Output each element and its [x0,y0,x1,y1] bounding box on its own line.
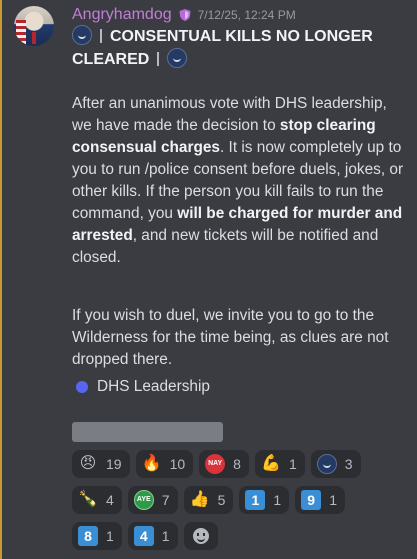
reaction-button[interactable]: 💪 1 [254,450,305,478]
thumbs-up-icon: 👍 [189,491,210,508]
dhs-seal-icon [316,454,337,474]
reaction-count: 19 [106,456,122,472]
reaction-count: 1 [288,456,297,472]
reactions: 😠 19 🔥 10 NAY 8 💪 1 3 🍾 4 AYE 7 👍 5 1 1 9 1 8 1 4 1 [72,450,412,558]
keycap-8-icon: 8 [78,526,98,546]
reaction-count: 7 [161,492,170,508]
title-divider [100,29,102,43]
timestamp[interactable]: 7/12/25, 12:24 PM [198,8,296,22]
flag-icon [16,20,26,44]
reaction-button[interactable]: 🔥 10 [135,450,194,478]
angry-face-icon: 😠 [79,455,97,472]
reaction-count: 1 [161,528,170,544]
announcement-title: CONSENTUAL KILLS NO LONGER CLEARED [72,25,402,71]
reaction-count: 1 [106,528,114,544]
reaction-count: 4 [106,492,114,508]
reaction-row: 8141 [72,522,412,550]
keycap-9-icon: 9 [301,490,322,510]
dhs-seal-icon [167,48,188,68]
reaction-row: 😠 19 🔥 10 NAY 8 💪 1 3 [72,450,412,478]
spoiler-block[interactable] [72,422,223,442]
reaction-row: 🍾 4 AYE 7 👍 5 1 1 9 1 [72,486,412,514]
add-reaction-button[interactable] [183,522,218,550]
reaction-button[interactable]: 🍾 4 [72,486,122,514]
signature-text: DHS Leadership [97,378,210,395]
bottle-icon: 🍾 [78,491,98,508]
reaction-button[interactable]: 91 [295,486,345,514]
paragraph: After an unanimous vote with DHS leaders… [72,93,408,269]
nay-badge-icon: NAY [205,454,226,474]
title-divider [157,52,160,66]
reaction-count: 3 [344,456,353,472]
paragraph: If you wish to duel, we invite you to go… [72,307,389,369]
reaction-count: 1 [329,492,337,508]
reaction-count: 10 [169,456,186,472]
message-header: Angryhamdog 7/12/25, 12:24 PM [72,5,296,25]
flexed-biceps-icon: 💪 [260,455,281,472]
username[interactable]: Angryhamdog [72,6,172,24]
reaction-button[interactable]: 👍 5 [183,486,234,514]
reaction-button[interactable]: 81 [72,522,122,550]
keycap-1-icon: 1 [245,490,266,510]
reaction-count: 8 [233,456,241,472]
message-highlight-bar [0,0,2,559]
reaction-button[interactable]: 3 [310,450,361,478]
avatar[interactable] [14,6,54,46]
reaction-button[interactable]: 😠 19 [72,450,130,478]
aye-badge-icon: AYE [133,490,154,510]
blue-circle-icon [76,381,88,393]
fire-icon: 🔥 [141,455,162,472]
tie-icon [32,32,36,44]
keycap-4-icon: 4 [133,526,154,546]
dhs-seal-icon [72,25,92,45]
reaction-count: 5 [217,492,226,508]
signature: DHS Leadership [76,378,210,396]
message-body: After an unanimous vote with DHS leaders… [72,93,408,269]
role-shield-icon[interactable] [178,8,192,22]
title-text: CONSENTUAL KILLS NO LONGER CLEARED [72,28,373,68]
message-body-second-paragraph: If you wish to duel, we invite you to go… [72,290,408,387]
smiley-icon [192,528,209,544]
reaction-button[interactable]: 41 [127,522,178,550]
reaction-button[interactable]: AYE 7 [127,486,178,514]
reaction-button[interactable]: NAY 8 [199,450,249,478]
reaction-button[interactable]: 11 [239,486,290,514]
reaction-count: 1 [273,492,282,508]
